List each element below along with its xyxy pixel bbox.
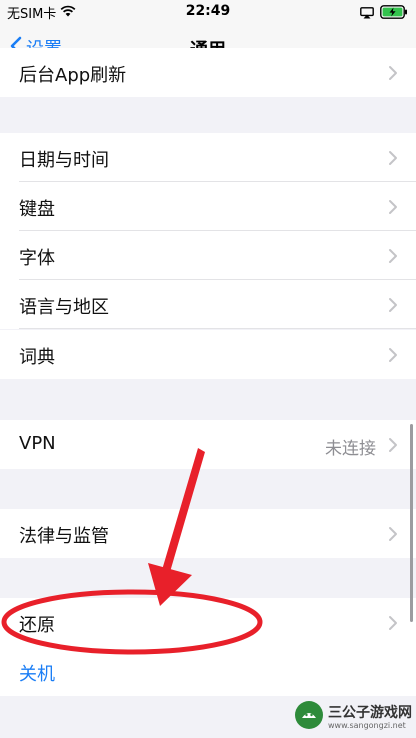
row-fonts[interactable]: 字体 xyxy=(0,231,416,280)
row-keyboard[interactable]: 键盘 xyxy=(0,182,416,231)
vpn-status: 未连接 xyxy=(325,439,376,459)
status-right xyxy=(360,4,408,23)
row-label: 词典 xyxy=(19,347,55,368)
row-vpn[interactable]: VPN 未连接 xyxy=(0,420,416,469)
chevron-right-icon xyxy=(389,616,397,630)
status-bar: 无SIM卡 22:49 xyxy=(0,0,416,24)
settings-list: 后台App刷新 日期与时间 键盘 字体 语言与地区 词典 VPN 未连接 法律与… xyxy=(0,48,416,738)
row-label: 后台App刷新 xyxy=(19,65,127,86)
row-label: 还原 xyxy=(19,615,55,636)
row-label: 日期与时间 xyxy=(19,150,109,171)
row-dictionary[interactable]: 词典 xyxy=(0,330,416,379)
row-label: 键盘 xyxy=(19,199,55,220)
row-language-region[interactable]: 语言与地区 xyxy=(0,280,416,329)
row-label: VPN xyxy=(19,433,56,454)
row-shut-down[interactable]: 关机 xyxy=(0,647,416,696)
watermark-logo-icon xyxy=(294,700,324,734)
row-date-time[interactable]: 日期与时间 xyxy=(0,133,416,182)
chevron-right-icon xyxy=(389,249,397,263)
shut-down-label: 关机 xyxy=(19,664,55,685)
chevron-right-icon xyxy=(389,298,397,312)
chevron-right-icon xyxy=(389,438,397,452)
row-label: 语言与地区 xyxy=(19,297,109,318)
airplay-icon xyxy=(360,4,374,23)
watermark-text: 三公子游戏网 www.sangongzi.net xyxy=(328,705,412,730)
chevron-right-icon xyxy=(389,66,397,80)
scrollbar[interactable] xyxy=(410,424,413,622)
status-time: 22:49 xyxy=(185,3,231,19)
row-legal-regulatory[interactable]: 法律与监管 xyxy=(0,509,416,558)
chevron-right-icon xyxy=(389,348,397,362)
settings-general-screen: 无SIM卡 22:49 后台App刷新 日期与时间 键盘 字体 语言与地区 词典… xyxy=(0,0,416,738)
watermark-url: www.sangongzi.net xyxy=(328,720,406,730)
row-reset[interactable]: 还原 xyxy=(0,598,416,647)
row-label: 法律与监管 xyxy=(19,526,109,547)
row-divider xyxy=(19,328,416,329)
row-background-app-refresh[interactable]: 后台App刷新 xyxy=(0,48,416,97)
chevron-right-icon xyxy=(389,151,397,165)
battery-charging-icon xyxy=(380,4,408,23)
watermark: 三公子游戏网 www.sangongzi.net xyxy=(294,700,412,734)
chevron-right-icon xyxy=(389,527,397,541)
row-label: 字体 xyxy=(19,248,55,269)
watermark-name: 三公子游戏网 xyxy=(328,704,412,721)
chevron-right-icon xyxy=(389,200,397,214)
